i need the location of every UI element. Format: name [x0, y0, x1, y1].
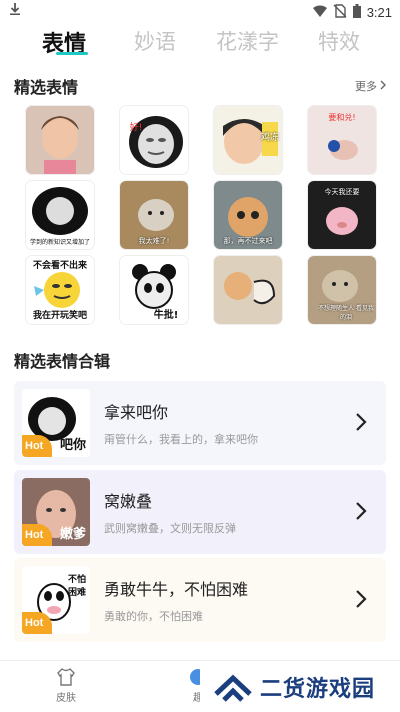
- shirt-icon: [57, 668, 75, 686]
- more-link[interactable]: 更多: [355, 78, 386, 94]
- tab-huayangzi[interactable]: 花漾字: [216, 26, 279, 56]
- no-sim-icon: [333, 3, 347, 22]
- chevron-right-icon: [356, 502, 367, 520]
- sticker-caption: 学到的新知识又增加了: [29, 239, 90, 246]
- sticker-caption: 好!: [129, 123, 143, 133]
- album-subtitle: 甭管什么，我看上的，拿来吧你: [104, 433, 258, 446]
- tab-miaoyu[interactable]: 妙语: [134, 26, 176, 56]
- status-bar: 3:21: [0, 0, 400, 22]
- watermark-text: 二货游戏园: [260, 677, 376, 702]
- album-title: 拿来吧你: [104, 403, 169, 422]
- more-label: 更多: [355, 80, 377, 93]
- sticker-caption: 要和兑!: [328, 113, 356, 122]
- album-thumbnail: 不怕困难 Hot: [22, 566, 90, 634]
- tab-texiao[interactable]: 特效: [318, 26, 360, 56]
- sticker-kitten-stare[interactable]: 那，再不过来吧: [214, 181, 282, 249]
- chevron-right-icon: [356, 590, 367, 608]
- sticker-child-yay[interactable]: 鸡冻: [214, 106, 282, 174]
- album-card[interactable]: 吧你 Hot 拿来吧你 甭管什么，我看上的，拿来吧你: [14, 381, 386, 465]
- nav-item-label: 皮肤: [56, 693, 76, 704]
- sticker-caption: 我太难了!: [138, 237, 170, 245]
- download-icon: [10, 3, 20, 19]
- chevron-right-icon: [356, 413, 367, 431]
- battery-icon: [352, 3, 361, 22]
- albums-title: 精选表情合辑: [14, 352, 111, 371]
- album-subtitle: 勇敢的你，不怕困难: [104, 610, 203, 623]
- sticker-caption: 牛批!: [153, 310, 179, 321]
- sticker-caption: 鸡冻: [260, 133, 279, 143]
- active-tab-indicator: [56, 52, 88, 55]
- watermark-logo-icon: [214, 674, 252, 702]
- site-watermark: 二货游戏园: [200, 662, 400, 712]
- sticker-pink-piggy[interactable]: 今天我还要: [308, 181, 376, 249]
- album-subtitle: 武则窝嫩叠，文则无限反弹: [104, 522, 236, 535]
- sticker-cat-box[interactable]: 不想理随生人 看见我的泪: [308, 256, 376, 324]
- hot-badge: Hot: [22, 612, 52, 634]
- sticker-panda-knowledge[interactable]: 学到的新知识又增加了: [26, 181, 94, 249]
- chevron-right-icon: [380, 80, 386, 93]
- wifi-icon: [312, 3, 327, 22]
- sticker-panda-niubi[interactable]: 牛批!: [120, 256, 188, 324]
- sticker-caption: 今天我还要: [324, 188, 360, 196]
- album-title: 窝嫩叠: [104, 492, 153, 511]
- album-thumbnail: 吧你 Hot: [22, 389, 90, 457]
- hot-badge: Hot: [22, 524, 52, 546]
- sticker-caption-top: 不会看不出来: [32, 261, 87, 271]
- sticker-hand-watch[interactable]: 要和兑!: [308, 106, 376, 174]
- hot-badge: Hot: [22, 435, 52, 457]
- sticker-emoji-laughing[interactable]: 不会看不出来 我在开玩笑吧: [26, 256, 94, 324]
- album-card[interactable]: 不怕困难 Hot 勇敢牛牛，不怕困难 勇敢的你，不怕困难: [14, 558, 386, 642]
- nav-item-skin[interactable]: 皮肤: [36, 667, 96, 704]
- album-title: 勇敢牛牛，不怕困难: [104, 580, 249, 599]
- sticker-panda-face[interactable]: 好!: [120, 106, 188, 174]
- sticker-caption: 不想理随生人 看见我的泪: [318, 305, 374, 321]
- clock-time: 3:21: [366, 5, 392, 20]
- sticker-cat-pillow[interactable]: [214, 256, 282, 324]
- sticker-cat-lying[interactable]: 我太难了!: [120, 181, 188, 249]
- featured-stickers-title: 精选表情: [14, 78, 79, 97]
- album-thumb-text: 不怕困难: [68, 575, 87, 598]
- sticker-caption: 我在开玩笑吧: [32, 311, 87, 321]
- album-thumbnail: 嫩爹 Hot: [22, 478, 90, 546]
- album-thumb-text: 嫩爹: [59, 527, 86, 542]
- sticker-toddler-girl[interactable]: [26, 106, 94, 174]
- album-thumb-text: 吧你: [59, 438, 86, 453]
- sticker-caption: 那，再不过来吧: [223, 237, 273, 245]
- album-card[interactable]: 嫩爹 Hot 窝嫩叠 武则窝嫩叠，文则无限反弹: [14, 470, 386, 554]
